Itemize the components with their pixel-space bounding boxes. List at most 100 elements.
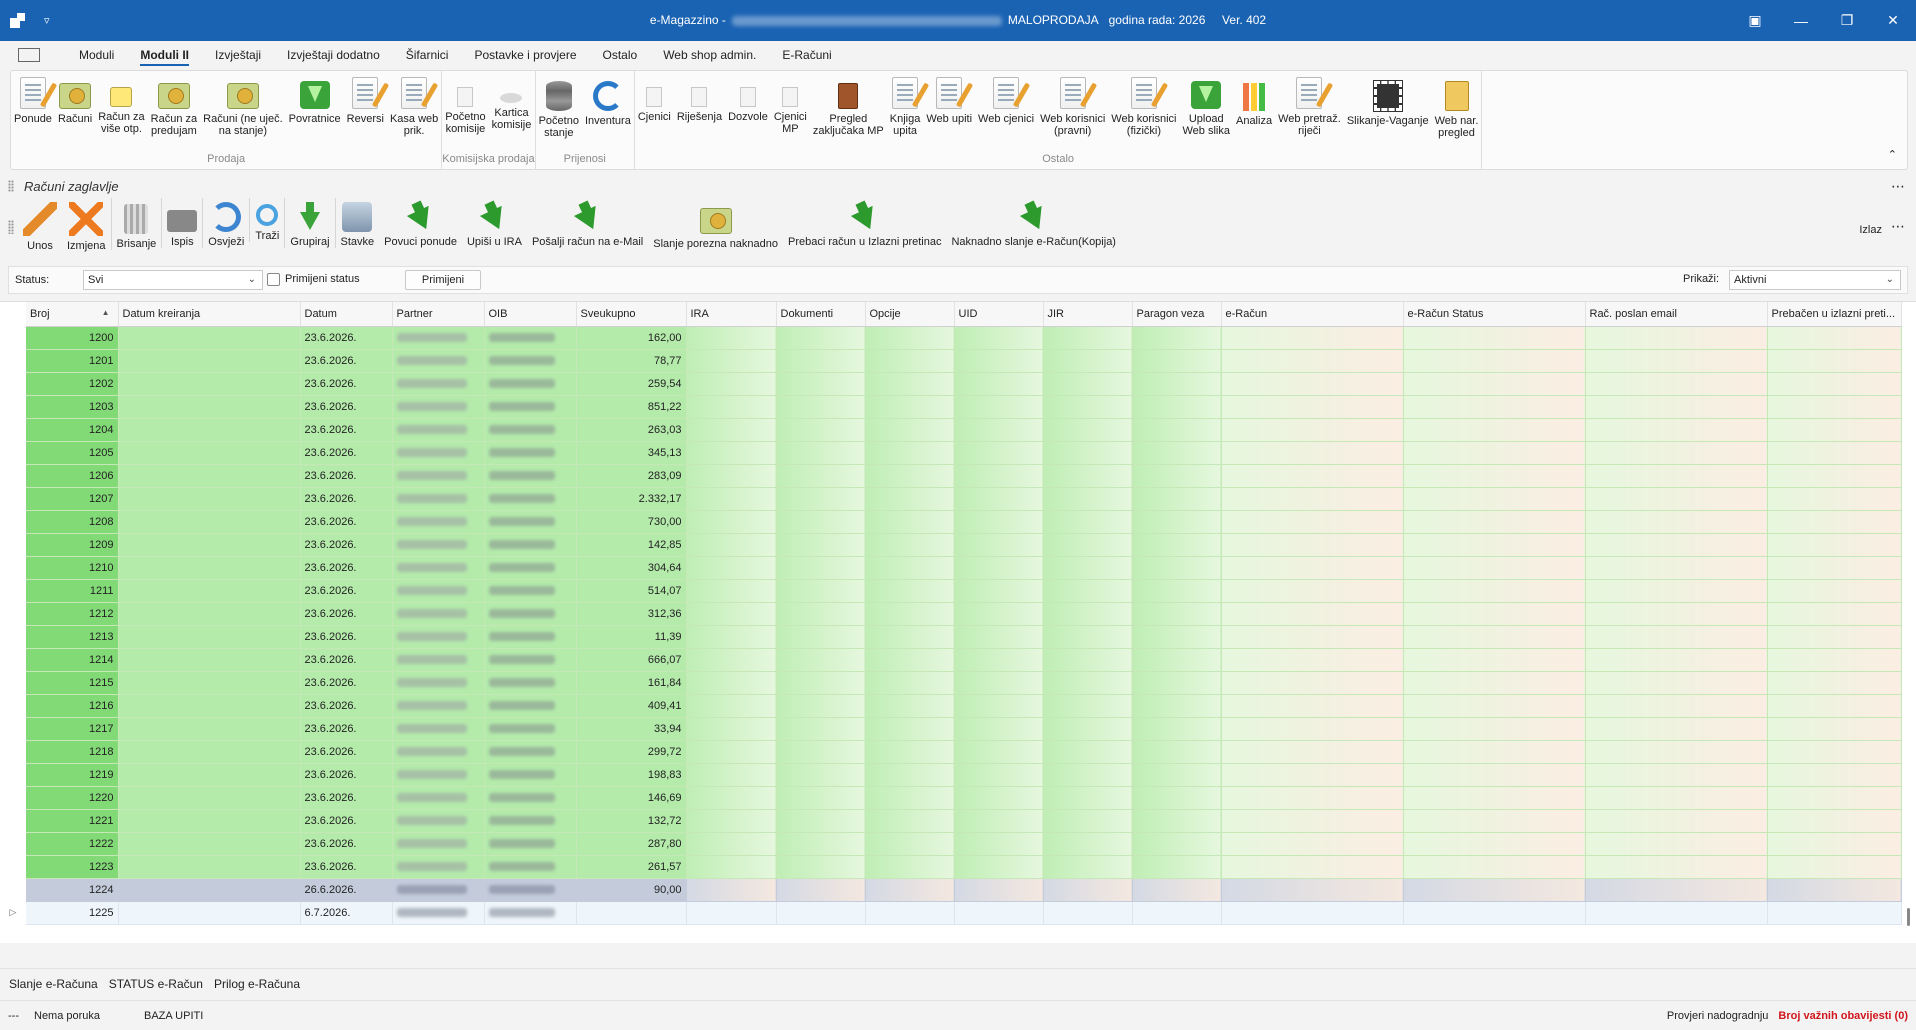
column-header[interactable]: Partner	[392, 302, 485, 327]
table-row[interactable]: 1217 23.6.2026. 33,94	[26, 717, 1902, 741]
more-options-icon[interactable]: ⋯	[1891, 178, 1906, 195]
row-indicator[interactable]	[0, 625, 26, 648]
brisanje-button[interactable]: Brisanje	[110, 198, 162, 250]
ribbon-pregled-zakljucaka-button[interactable]: Pregled zaključaka MP	[810, 77, 887, 153]
table-row[interactable]: 1220 23.6.2026. 146,69	[26, 786, 1902, 810]
prebaci-izlazni-button[interactable]: Prebaci račun u Izlazni pretinac	[783, 198, 946, 248]
row-indicator[interactable]	[0, 694, 26, 717]
row-indicator[interactable]	[0, 809, 26, 832]
row-indicator[interactable]	[0, 832, 26, 855]
exit-button[interactable]: Izlaz	[1859, 224, 1882, 236]
vertical-scrollbar[interactable]	[1907, 908, 1910, 926]
column-header[interactable]: Dokumenti	[776, 302, 866, 327]
minimize-button[interactable]: —	[1778, 0, 1824, 41]
app-menu-icon[interactable]	[18, 48, 40, 62]
apply-button[interactable]: Primijeni	[405, 270, 481, 290]
table-row[interactable]: 1222 23.6.2026. 287,80	[26, 832, 1902, 856]
upisi-u-ira-button[interactable]: Upiši u IRA	[462, 198, 527, 248]
row-indicator[interactable]	[0, 878, 26, 901]
column-header[interactable]: JIR	[1043, 302, 1133, 327]
ribbon-analiza-button[interactable]: Analiza	[1233, 77, 1275, 153]
table-row[interactable]: 1207 23.6.2026. 2.332,17	[26, 487, 1902, 511]
table-row[interactable]: 1215 23.6.2026. 161,84	[26, 671, 1902, 695]
row-indicator[interactable]	[0, 855, 26, 878]
column-header[interactable]: Sveukupno	[576, 302, 687, 327]
ribbon-racun-predujam-button[interactable]: Račun za predujam	[148, 77, 200, 153]
close-button[interactable]: ✕	[1870, 0, 1916, 41]
slanje-porezna-button[interactable]: Slanje porezna naknadno	[648, 198, 783, 250]
tab-prilog-e-racuna[interactable]: Prilog e-Računa	[208, 977, 305, 991]
important-notices-link[interactable]: Broj važnih obavijesti (0)	[1778, 1010, 1908, 1022]
table-row[interactable]: 1200 23.6.2026. 162,00	[26, 326, 1902, 350]
table-row[interactable]: 1221 23.6.2026. 132,72	[26, 809, 1902, 833]
column-header[interactable]: IRA	[686, 302, 777, 327]
table-row[interactable]: 1202 23.6.2026. 259,54	[26, 372, 1902, 396]
row-indicator[interactable]	[0, 786, 26, 809]
table-row[interactable]: 1225 6.7.2026.	[26, 901, 1902, 925]
table-row[interactable]: 1204 23.6.2026. 263,03	[26, 418, 1902, 442]
row-indicator[interactable]	[0, 740, 26, 763]
row-indicator[interactable]	[0, 533, 26, 556]
tab-web-shop-admin[interactable]: Web shop admin.	[650, 41, 769, 69]
collapse-ribbon-chevron-up-icon[interactable]: ⌃	[1888, 148, 1897, 161]
table-row[interactable]: 1203 23.6.2026. 851,22	[26, 395, 1902, 419]
row-indicator[interactable]	[0, 717, 26, 740]
table-row[interactable]: 1206 23.6.2026. 283,09	[26, 464, 1902, 488]
app-logo-icon[interactable]	[10, 12, 26, 29]
row-indicator[interactable]	[0, 602, 26, 625]
table-row[interactable]: 1208 23.6.2026. 730,00	[26, 510, 1902, 534]
ribbon-cjenici-mp-button[interactable]: Cjenici MP	[771, 77, 810, 153]
more-options-icon[interactable]: ⋯	[1891, 218, 1906, 235]
column-header[interactable]: Paragon veza	[1132, 302, 1222, 327]
quick-access-chevron-icon[interactable]: ▿	[44, 14, 50, 27]
row-indicator[interactable]	[0, 464, 26, 487]
tab-moduli[interactable]: Moduli	[66, 41, 127, 69]
grupiraj-button[interactable]: Grupiraj	[284, 198, 334, 248]
ribbon-racun-vise-otp-button[interactable]: Račun za više otp.	[95, 77, 147, 153]
tab-status-e-racun[interactable]: STATUS e-Račun	[103, 977, 208, 991]
column-header[interactable]: e-Račun Status	[1403, 302, 1586, 327]
column-header[interactable]: e-Račun	[1221, 302, 1404, 327]
column-header[interactable]: OIB	[484, 302, 577, 327]
izmjena-button[interactable]: Izmjena	[62, 198, 111, 252]
povuci-ponude-button[interactable]: Povuci ponude	[379, 198, 462, 248]
row-indicator[interactable]	[0, 418, 26, 441]
maximize-button[interactable]: ❐	[1824, 0, 1870, 41]
tab-slanje-e-racuna[interactable]: Slanje e-Računa	[0, 977, 103, 991]
tab-ostalo[interactable]: Ostalo	[590, 41, 651, 69]
row-indicator[interactable]	[0, 372, 26, 395]
table-row[interactable]: 1211 23.6.2026. 514,07	[26, 579, 1902, 603]
ribbon-ponude-button[interactable]: Ponude	[11, 77, 55, 153]
tab-izvjestaji[interactable]: Izvještaji	[202, 41, 274, 69]
ribbon-web-nar-pregled-button[interactable]: Web nar. pregled	[1432, 77, 1482, 153]
tab-izvjestaji-dodatno[interactable]: Izvještaji dodatno	[274, 41, 393, 69]
column-header[interactable]: UID	[954, 302, 1044, 327]
row-indicator[interactable]	[0, 326, 26, 349]
restore-layout-icon[interactable]: ▣	[1732, 0, 1778, 41]
table-row[interactable]: 1210 23.6.2026. 304,64	[26, 556, 1902, 580]
ribbon-slikanje-vaganje-button[interactable]: Slikanje-Vaganje	[1344, 77, 1432, 153]
ribbon-povratnice-button[interactable]: Povratnice	[286, 77, 344, 153]
row-indicator[interactable]	[0, 441, 26, 464]
drag-grip-icon[interactable]	[8, 180, 14, 192]
ribbon-web-pretraz-button[interactable]: Web pretraž. riječi	[1275, 77, 1344, 153]
ribbon-pocetno-komisije-button[interactable]: Početno komisije	[442, 77, 488, 153]
apply-status-checkbox[interactable]	[267, 273, 280, 286]
ribbon-dozvole-button[interactable]: Dozvole	[725, 77, 771, 153]
table-row[interactable]: 1212 23.6.2026. 312,36	[26, 602, 1902, 626]
ribbon-pocetno-stanje-button[interactable]: Početno stanje	[536, 77, 582, 153]
row-indicator[interactable]	[0, 763, 26, 786]
tab-sifarnici[interactable]: Šifarnici	[393, 41, 462, 69]
ribbon-web-cjenici-button[interactable]: Web cjenici	[975, 77, 1037, 153]
tab-e-racuni[interactable]: E-Računi	[769, 41, 844, 69]
table-row[interactable]: 1224 26.6.2026. 90,00	[26, 878, 1902, 902]
drag-grip-icon[interactable]	[8, 220, 14, 234]
table-row[interactable]: 1218 23.6.2026. 299,72	[26, 740, 1902, 764]
table-row[interactable]: 1219 23.6.2026. 198,83	[26, 763, 1902, 787]
ribbon-racuni-ne-uj-button[interactable]: Računi (ne uječ. na stanje)	[200, 77, 286, 153]
row-indicator[interactable]	[0, 395, 26, 418]
table-row[interactable]: 1205 23.6.2026. 345,13	[26, 441, 1902, 465]
table-row[interactable]: 1209 23.6.2026. 142,85	[26, 533, 1902, 557]
unos-button[interactable]: Unos	[18, 198, 62, 252]
new-row-indicator-icon[interactable]: ▷	[0, 901, 26, 924]
